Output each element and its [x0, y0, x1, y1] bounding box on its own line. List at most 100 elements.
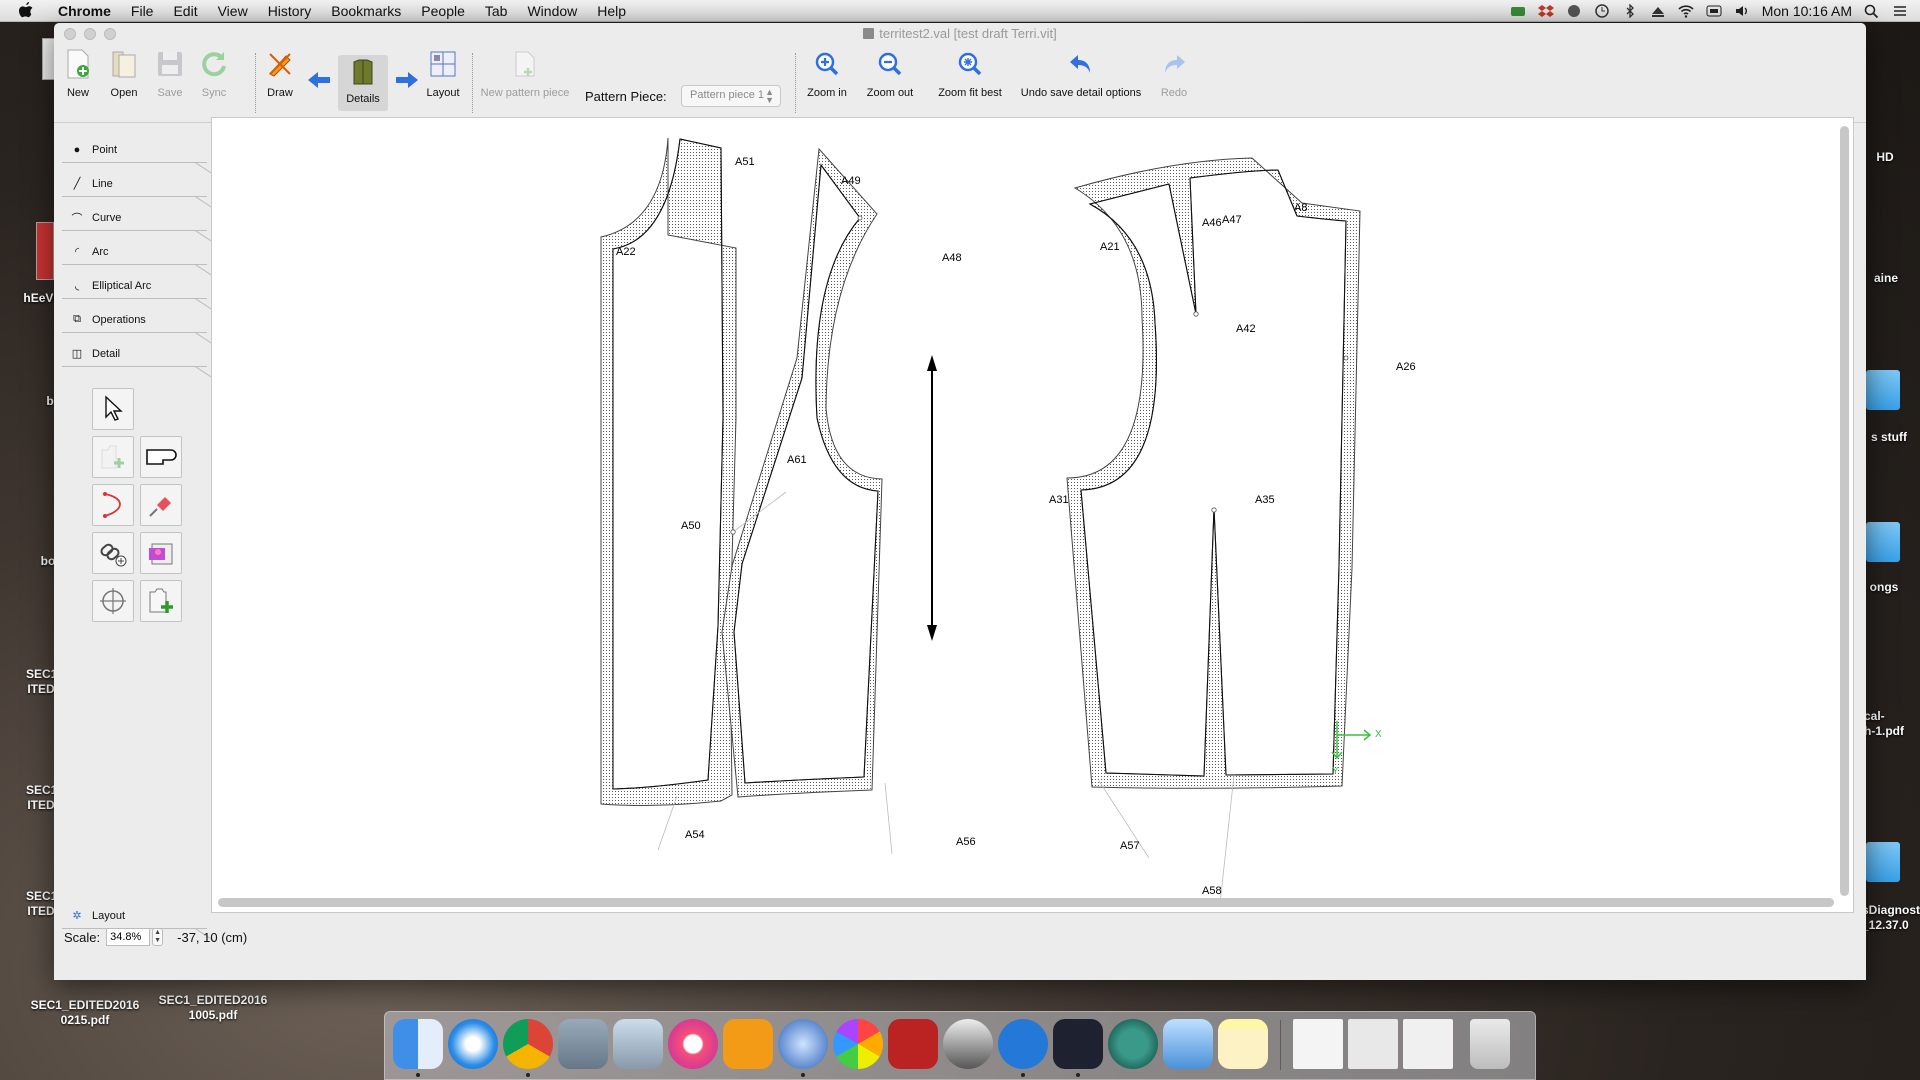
menu-window[interactable]: Window [517, 0, 587, 22]
desktop-folder-icon[interactable] [1866, 842, 1900, 882]
menu-file[interactable]: File [121, 0, 164, 22]
point-label[interactable]: A48 [942, 252, 962, 264]
point-label[interactable]: A57 [1120, 840, 1140, 852]
point-label[interactable]: A51 [735, 156, 755, 168]
menu-tab[interactable]: Tab [475, 0, 518, 22]
desktop-label[interactable]: aine [1866, 271, 1906, 286]
point-label[interactable]: A56 [956, 836, 976, 848]
point-label[interactable]: A42 [1236, 323, 1256, 335]
duplicate-detail-tool[interactable] [140, 580, 182, 622]
point-label[interactable]: A35 [1255, 494, 1275, 506]
desktop-folder-icon[interactable] [1866, 522, 1900, 562]
wifi-icon[interactable] [1678, 4, 1694, 18]
desktop-file-label[interactable]: SEC1_EDITED2016 0215.pdf [22, 998, 148, 1028]
window-titlebar[interactable]: territest2.val [test draft Terri.vit] [54, 23, 1866, 45]
menu-app-name[interactable]: Chrome [52, 0, 121, 22]
union-detail-tool[interactable] [140, 436, 182, 478]
point-label[interactable]: A26 [1396, 361, 1416, 373]
previous-mode-arrow[interactable] [302, 63, 336, 103]
menu-help[interactable]: Help [587, 0, 636, 22]
point-label[interactable]: A22 [616, 246, 636, 258]
category-detail[interactable]: ◫ Detail [62, 341, 207, 367]
preview-photos-icon[interactable] [1163, 1019, 1213, 1069]
documents-stack-icon[interactable] [1293, 1019, 1343, 1069]
point-label[interactable]: A31 [1049, 494, 1069, 506]
new-button[interactable]: New [60, 47, 96, 99]
photo-booth-icon[interactable] [888, 1019, 938, 1069]
point-label[interactable]: A46 [1202, 217, 1222, 229]
dropbox-icon[interactable] [1537, 4, 1554, 18]
open-button[interactable]: Open [106, 47, 142, 99]
airplay-icon[interactable] [1650, 4, 1666, 18]
notification-center-icon[interactable] [1892, 4, 1908, 18]
redo-button[interactable]: Redo [1154, 47, 1194, 99]
save-button[interactable]: Save [152, 47, 188, 99]
desktop-label[interactable]: SEC1 ITED [26, 783, 57, 813]
window-minimize-button[interactable] [84, 28, 96, 40]
time-machine-icon[interactable] [1108, 1019, 1158, 1069]
category-arc[interactable]: ◜ Arc [62, 239, 207, 265]
desktop-label[interactable]: s stuff [1860, 430, 1918, 445]
arrow-pointer-tool[interactable] [92, 388, 134, 430]
anchor-point-tool[interactable] [92, 580, 134, 622]
inkscape-icon[interactable] [943, 1019, 993, 1069]
zoom-in-button[interactable]: Zoom in [804, 47, 850, 99]
preview-icon[interactable] [558, 1019, 608, 1069]
desktop-file-label[interactable]: SEC1_EDITED2016 1005.pdf [150, 993, 276, 1023]
bluetooth-icon[interactable] [1622, 3, 1638, 19]
desktop-label[interactable]: sDiagnost _12.37.0 [1862, 903, 1920, 933]
point-label[interactable]: A21 [1100, 241, 1120, 253]
ibooks-icon[interactable] [723, 1019, 773, 1069]
valentina-icon[interactable] [1053, 1019, 1103, 1069]
undo-button[interactable]: Undo save detail options [1016, 47, 1146, 99]
scale-stepper[interactable]: ▲ ▼ [152, 928, 164, 946]
point-label[interactable]: A8 [1294, 202, 1307, 214]
desktop-label[interactable]: HD [1870, 150, 1900, 165]
vertical-scrollbar[interactable] [1840, 126, 1849, 896]
path-tool[interactable] [92, 484, 134, 526]
place-label-tool[interactable] [140, 532, 182, 574]
new-pattern-piece-button[interactable]: New pattern piece [480, 47, 570, 99]
category-line[interactable]: ╱ Line [62, 171, 207, 197]
trash-icon[interactable] [1470, 1019, 1510, 1069]
desktop-file-thumbnail[interactable] [36, 222, 54, 280]
zoom-out-button[interactable]: Zoom out [862, 47, 918, 99]
point-label[interactable]: A49 [841, 175, 861, 187]
draw-mode-button[interactable]: Draw [262, 47, 298, 99]
menu-edit[interactable]: Edit [163, 0, 207, 22]
status-app-icon[interactable] [1510, 4, 1526, 18]
window-close-button[interactable] [64, 28, 76, 40]
downloads-stack-icon[interactable] [1348, 1019, 1398, 1069]
point-label[interactable]: A54 [685, 829, 705, 841]
photo-browser-icon[interactable] [613, 1019, 663, 1069]
pattern-piece-back[interactable] [600, 137, 737, 806]
menubar-clock[interactable]: Mon 10:16 AM [1762, 3, 1852, 19]
category-operations[interactable]: ⧉ Operations [62, 307, 207, 333]
point-label[interactable]: A47 [1222, 214, 1242, 226]
finder-icon[interactable] [393, 1019, 443, 1069]
menu-history[interactable]: History [258, 0, 322, 22]
itunes-icon[interactable] [668, 1019, 718, 1069]
category-point[interactable]: ● Point [62, 137, 207, 163]
point-label[interactable]: A61 [787, 454, 807, 466]
pin-tool[interactable] [140, 484, 182, 526]
desktop-label[interactable]: SEC1 ITED [26, 667, 57, 697]
evernote-icon[interactable] [1566, 4, 1582, 18]
volume-icon[interactable] [1734, 4, 1750, 18]
desktop-folder-icon[interactable] [1866, 370, 1900, 410]
desktop-label[interactable]: SEC1 ITED [26, 889, 57, 919]
horizontal-scrollbar[interactable] [218, 898, 1834, 907]
point-label[interactable]: A58 [1202, 885, 1222, 897]
keyboard-icon[interactable] [1706, 4, 1722, 18]
drawing-canvas[interactable]: A51 A22 A49 A48 A61 A50 A54 A56 A21 A46 … [211, 117, 1854, 913]
new-detail-tool[interactable] [92, 436, 134, 478]
window-zoom-button[interactable] [104, 28, 116, 40]
timemachine-icon[interactable] [1594, 4, 1610, 18]
insert-node-tool[interactable] [92, 532, 134, 574]
pattern-piece-select[interactable]: Pattern piece 1 ▲ ▼ [681, 85, 781, 107]
sync-button[interactable]: Sync [196, 47, 232, 99]
apple-icon[interactable] [18, 1, 38, 21]
pattern-piece-side-back[interactable] [721, 147, 937, 798]
safari-icon[interactable] [448, 1019, 498, 1069]
point-label[interactable]: A50 [681, 520, 701, 532]
